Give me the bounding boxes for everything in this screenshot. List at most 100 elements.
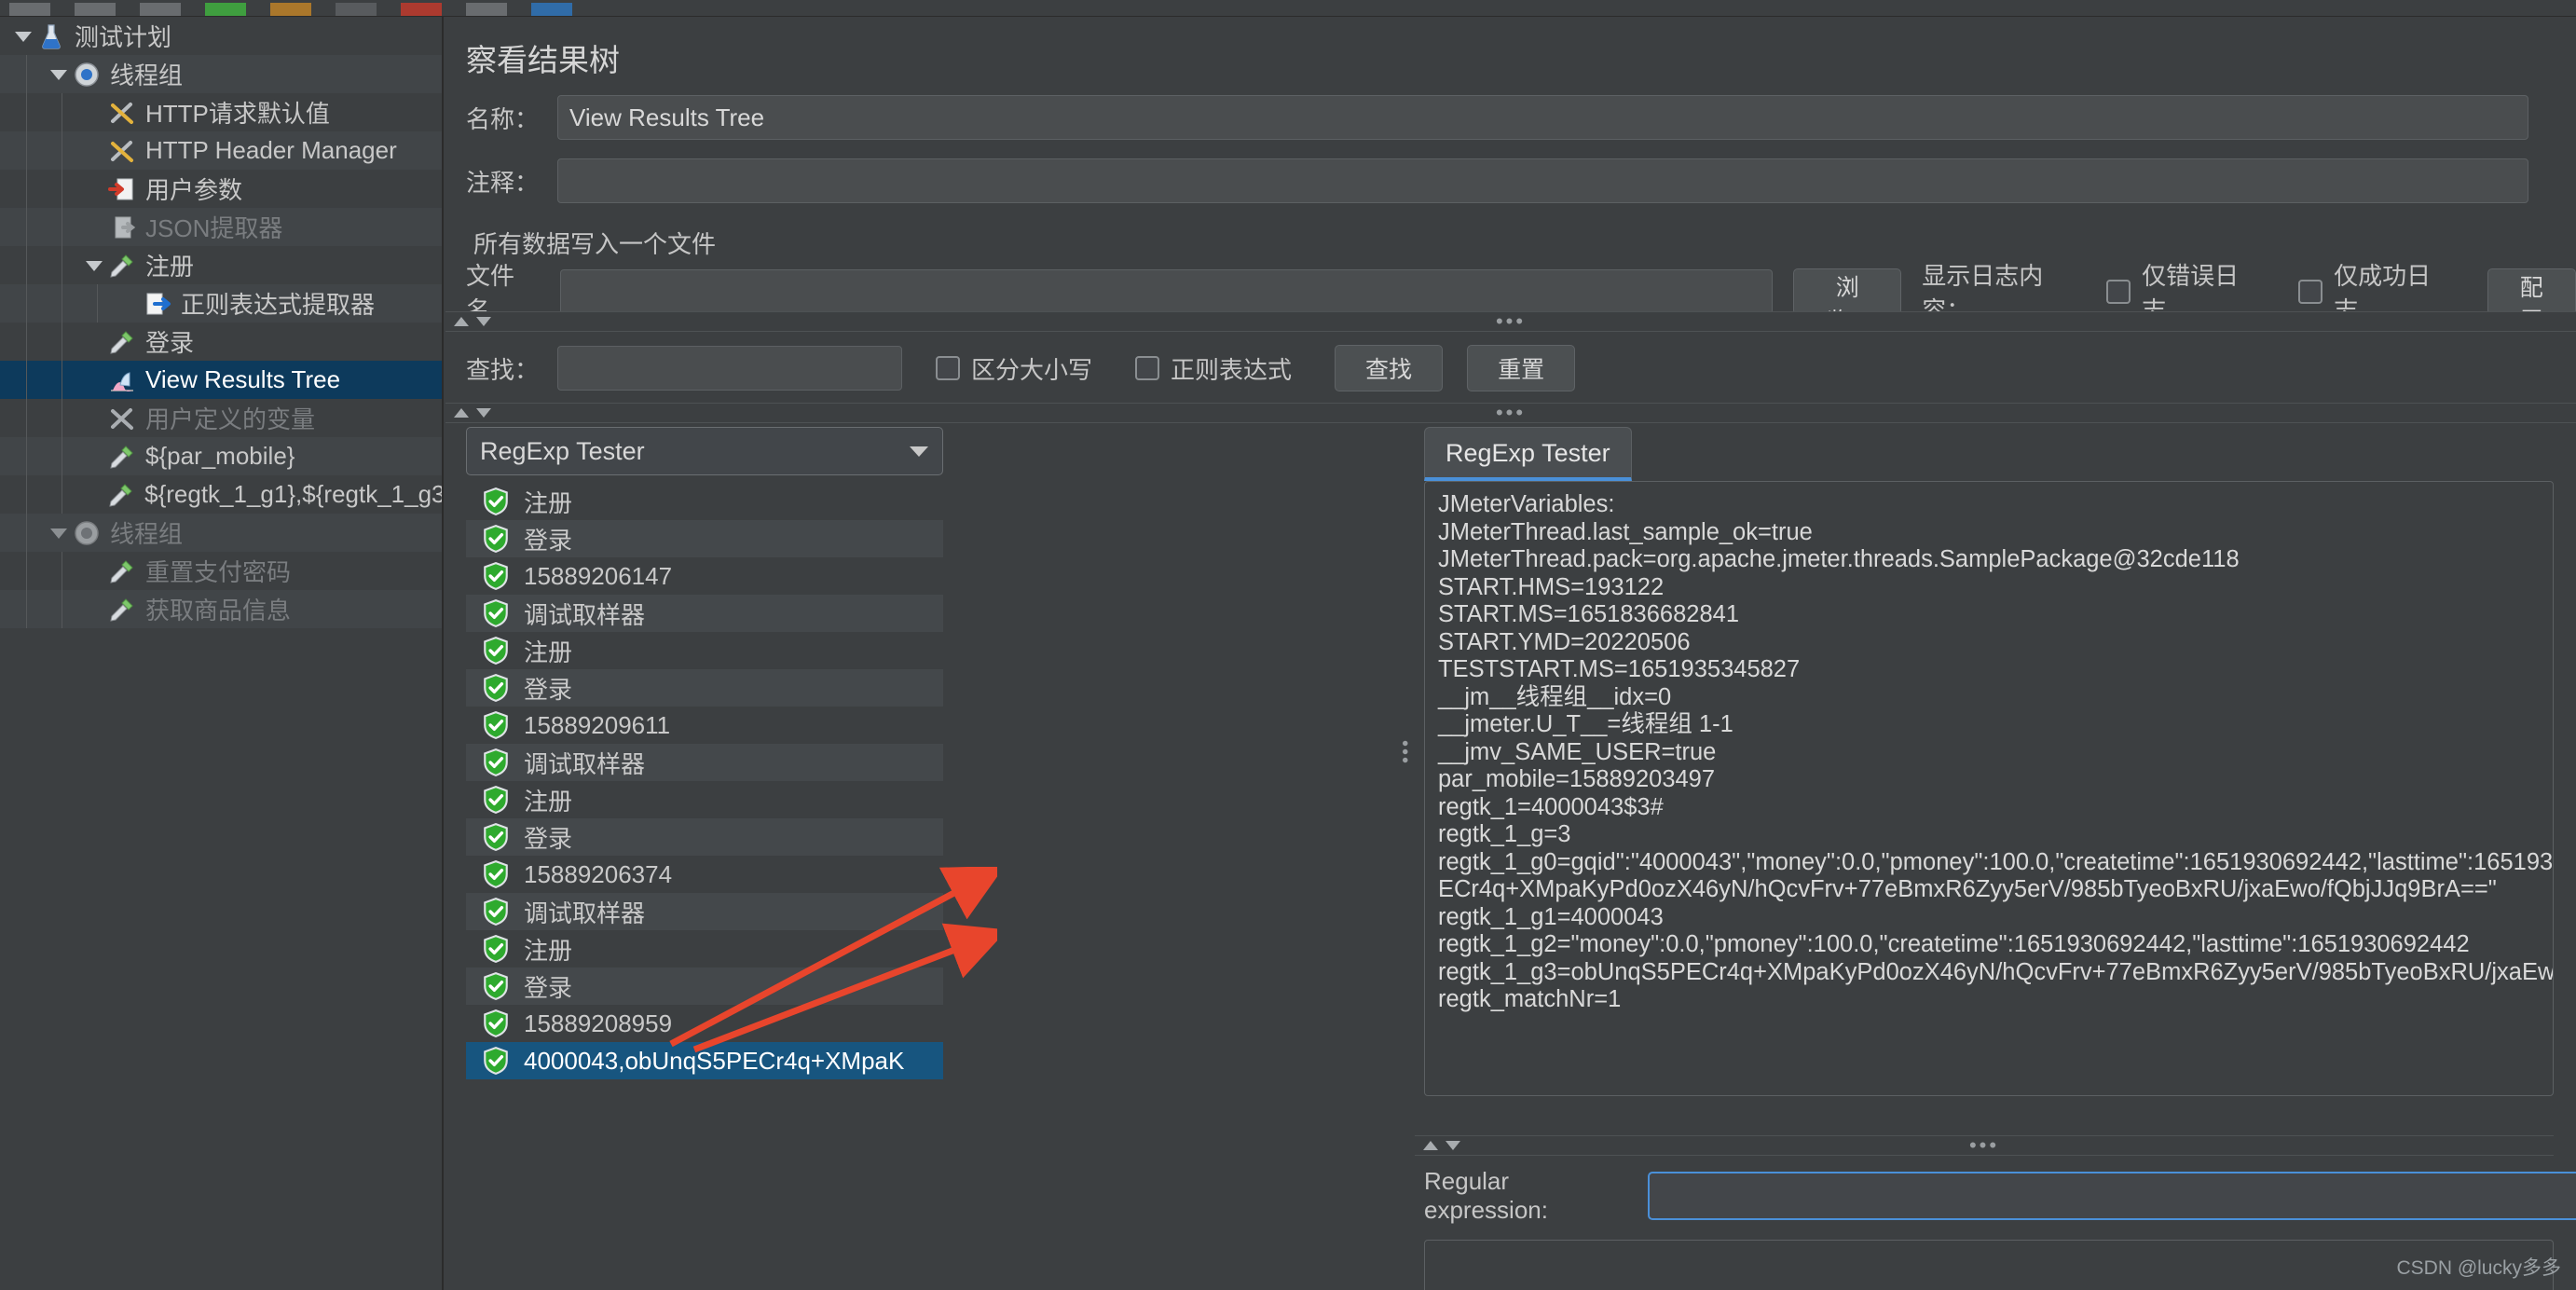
tree-guide-line <box>97 284 98 322</box>
tree-item-9[interactable]: View Results Tree <box>0 361 442 399</box>
result-row[interactable]: 登录 <box>466 520 943 557</box>
splitter-collapse-arrows-3[interactable] <box>1422 1139 1461 1152</box>
errors-only-box[interactable] <box>2106 280 2131 304</box>
triangle-down-icon <box>475 406 492 419</box>
chevron-down-icon[interactable] <box>47 514 71 552</box>
name-input[interactable] <box>557 95 2528 140</box>
toolbar-log-icon[interactable] <box>466 3 507 16</box>
tree-item-icon-wrap <box>106 137 138 165</box>
tree-indent <box>6 188 82 189</box>
browse-button[interactable]: 浏览... <box>1793 268 1901 315</box>
tree-item-10[interactable]: 用户定义的变量 <box>0 399 442 437</box>
result-status-icon-wrap <box>481 897 511 926</box>
tree-item-5[interactable]: JSON提取器 <box>0 208 442 246</box>
result-row[interactable]: 15889209611 <box>466 707 943 744</box>
success-shield-icon <box>481 934 511 964</box>
reset-button[interactable]: 重置 <box>1467 345 1575 391</box>
regex-box[interactable] <box>1135 356 1159 380</box>
result-row[interactable]: 15889208959 <box>466 1005 943 1042</box>
tree-item-3[interactable]: HTTP Header Manager <box>0 131 442 170</box>
comment-input[interactable] <box>557 158 2528 203</box>
sample-result-list[interactable]: 注册登录15889206147调试取样器注册登录15889209611调试取样器… <box>466 483 943 1079</box>
result-row[interactable]: 注册 <box>466 632 943 669</box>
result-row[interactable]: 登录 <box>466 968 943 1005</box>
tree-item-11[interactable]: ${par_mobile} <box>0 437 442 475</box>
toolbar-clear-icon[interactable] <box>401 3 442 16</box>
tree-item-14[interactable]: 重置支付密码 <box>0 552 442 590</box>
tree-item-label: 注册 <box>145 248 194 282</box>
find-button[interactable]: 查找 <box>1335 345 1443 391</box>
toolbar-open-icon[interactable] <box>75 3 116 16</box>
case-sensitive-box[interactable] <box>936 356 960 380</box>
tab-regexp-tester[interactable]: RegExp Tester <box>1424 427 1632 481</box>
success-shield-icon <box>481 598 511 628</box>
response-data-line: __jm__线程组__idx=0 <box>1438 684 2540 712</box>
chevron-down-icon[interactable] <box>47 55 71 93</box>
toolbar-save-icon[interactable] <box>140 3 181 16</box>
tree-item-label: 测试计划 <box>75 19 171 53</box>
tree-item-0[interactable]: 测试计划 <box>0 17 442 55</box>
vertical-splitter[interactable]: ••• <box>1396 427 1413 1079</box>
response-data-line: TESTSTART.MS=1651935345827 <box>1438 656 2540 684</box>
splitter-bar-bottom[interactable]: ••• <box>1415 1135 2554 1156</box>
pipette-icon <box>107 481 135 509</box>
success-only-box[interactable] <box>2298 280 2323 304</box>
tree-item-2[interactable]: HTTP请求默认值 <box>0 93 442 131</box>
chevron-down-icon[interactable] <box>82 246 106 284</box>
result-row[interactable]: 登录 <box>466 818 943 856</box>
toolbar-new-icon[interactable] <box>9 3 50 16</box>
tree-item-15[interactable]: 获取商品信息 <box>0 590 442 628</box>
regular-expression-input[interactable] <box>1648 1172 2576 1220</box>
configure-button[interactable]: 配置 <box>2487 268 2576 315</box>
tree-item-1[interactable]: 线程组 <box>0 55 442 93</box>
result-row-label: 15889208959 <box>524 1009 672 1038</box>
response-data-area[interactable]: JMeterVariables:JMeterThread.last_sample… <box>1424 481 2554 1096</box>
result-row[interactable]: 15889206374 <box>466 856 943 893</box>
result-row[interactable]: 15889206147 <box>466 557 943 595</box>
splitter-collapse-arrows[interactable] <box>453 315 492 328</box>
result-status-icon-wrap <box>481 673 511 703</box>
tree-item-7[interactable]: 正则表达式提取器 <box>0 284 442 322</box>
filename-input[interactable] <box>560 269 1773 314</box>
watermark: CSDN @lucky多多 <box>2396 1253 2561 1281</box>
renderer-select[interactable]: RegExp Tester <box>466 427 943 475</box>
tree-item-13[interactable]: 线程组 <box>0 514 442 552</box>
result-row[interactable]: 4000043,obUnqS5PECr4q+XMpaK <box>466 1042 943 1079</box>
result-status-icon-wrap <box>481 1046 511 1076</box>
splitter-collapse-arrows-2[interactable] <box>453 406 492 419</box>
flask-icon <box>37 22 65 50</box>
result-tabs[interactable]: RegExp Tester <box>1424 427 1632 481</box>
result-row[interactable]: 调试取样器 <box>466 595 943 632</box>
regex-checkbox[interactable]: 正则表达式 <box>1135 351 1301 386</box>
result-row-label: 15889209611 <box>524 711 670 740</box>
toolbar-shutdown-icon[interactable] <box>336 3 377 16</box>
search-input[interactable] <box>557 346 902 391</box>
result-row[interactable]: 调试取样器 <box>466 893 943 930</box>
jmeter-window: 测试计划线程组HTTP请求默认值HTTP Header Manager用户参数J… <box>0 0 2576 1290</box>
tree-item-6[interactable]: 注册 <box>0 246 442 284</box>
response-data-line: regtk_1_g3=obUnqS5PECr4q+XMpaKyPd0ozX46y… <box>1438 959 2540 987</box>
tree-twisty-empty <box>82 590 106 628</box>
tree-item-icon-wrap <box>106 175 138 203</box>
result-row[interactable]: 注册 <box>466 483 943 520</box>
result-row[interactable]: 登录 <box>466 669 943 707</box>
splitter-bar-middle[interactable]: ••• <box>445 403 2576 423</box>
case-sensitive-checkbox[interactable]: 区分大小写 <box>936 351 1102 386</box>
result-row[interactable]: 注册 <box>466 781 943 818</box>
triangle-down-icon <box>475 315 492 328</box>
test-plan-tree[interactable]: 测试计划线程组HTTP请求默认值HTTP Header Manager用户参数J… <box>0 17 444 1290</box>
tree-item-12[interactable]: ${regtk_1_g1},${regtk_1_g3 <box>0 475 442 514</box>
toolbar-start-icon[interactable] <box>205 3 246 16</box>
tree-item-8[interactable]: 登录 <box>0 322 442 361</box>
toolbar-help-icon[interactable] <box>531 3 572 16</box>
tree-twisty-empty <box>82 437 106 475</box>
result-row[interactable]: 注册 <box>466 930 943 968</box>
tree-item-4[interactable]: 用户参数 <box>0 170 442 208</box>
splitter-bar-top[interactable]: ••• <box>445 311 2576 332</box>
toolbar-strip[interactable] <box>0 0 2576 17</box>
response-data-line: regtk_matchNr=1 <box>1438 986 2540 1014</box>
toolbar-stop-icon[interactable] <box>270 3 311 16</box>
regex-test-output[interactable] <box>1424 1240 2554 1290</box>
result-row[interactable]: 调试取样器 <box>466 744 943 781</box>
chevron-down-icon[interactable] <box>11 17 35 55</box>
